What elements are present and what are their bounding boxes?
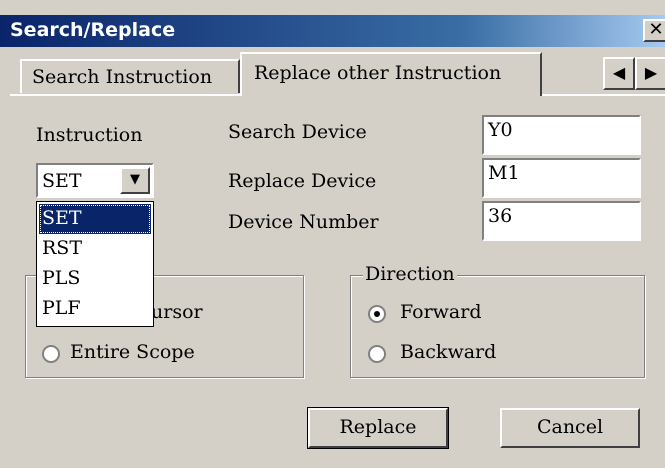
tab-replace-other-instruction[interactable]: Replace other Instruction bbox=[240, 52, 542, 96]
instruction-dropdown-button[interactable]: ▼ bbox=[120, 167, 150, 194]
instruction-value: SET bbox=[42, 170, 82, 192]
window-title: Search/Replace bbox=[10, 19, 176, 41]
direction-legend: Direction bbox=[363, 263, 457, 285]
scope-entire-label: Entire Scope bbox=[70, 341, 195, 363]
close-icon: ✕ bbox=[648, 19, 664, 40]
replace-device-input[interactable]: M1 bbox=[482, 158, 641, 198]
search-device-label: Search Device bbox=[228, 121, 367, 143]
tab-scroll-left-button[interactable]: ◀ bbox=[603, 57, 635, 90]
instruction-label: Instruction bbox=[36, 124, 143, 146]
instruction-dropdown-list: SET RST PLS PLF bbox=[36, 201, 154, 327]
title-bar[interactable]: Search/Replace ✕ bbox=[0, 15, 665, 47]
search-replace-dialog: Search/Replace ✕ Search Instruction Repl… bbox=[0, 0, 665, 468]
replace-button[interactable]: Replace bbox=[307, 407, 449, 449]
scope-entire-radio[interactable] bbox=[42, 345, 60, 363]
triangle-left-icon: ◀ bbox=[612, 63, 626, 82]
direction-backward-label: Backward bbox=[400, 341, 497, 363]
instruction-option-set[interactable]: SET bbox=[39, 204, 151, 234]
replace-device-label: Replace Device bbox=[228, 170, 377, 192]
instruction-option-pls[interactable]: PLS bbox=[39, 264, 151, 294]
direction-group bbox=[350, 275, 645, 378]
tab-label: Replace other Instruction bbox=[254, 62, 502, 84]
scope-option-from-cursor-label: ursor bbox=[151, 301, 203, 323]
search-device-input[interactable]: Y0 bbox=[482, 115, 641, 155]
replace-device-value: M1 bbox=[488, 162, 520, 184]
instruction-combobox[interactable]: SET ▼ bbox=[36, 163, 154, 198]
search-device-value: Y0 bbox=[488, 119, 513, 141]
tab-scroll-right-button[interactable]: ▶ bbox=[635, 57, 665, 90]
direction-backward-radio[interactable] bbox=[368, 345, 386, 363]
replace-button-label: Replace bbox=[339, 416, 417, 438]
tab-label: Search Instruction bbox=[32, 66, 213, 88]
device-number-input[interactable]: 36 bbox=[482, 201, 641, 241]
cancel-button-label: Cancel bbox=[536, 416, 604, 438]
instruction-option-rst[interactable]: RST bbox=[39, 234, 151, 264]
device-number-label: Device Number bbox=[228, 211, 379, 233]
direction-forward-label: Forward bbox=[400, 301, 482, 323]
direction-forward-radio[interactable] bbox=[368, 305, 386, 323]
close-button[interactable]: ✕ bbox=[643, 19, 665, 42]
instruction-option-plf[interactable]: PLF bbox=[39, 294, 151, 324]
device-number-value: 36 bbox=[488, 205, 513, 227]
chevron-down-icon: ▼ bbox=[130, 172, 140, 187]
tab-search-instruction[interactable]: Search Instruction bbox=[20, 59, 240, 93]
triangle-right-icon: ▶ bbox=[644, 63, 658, 82]
cancel-button[interactable]: Cancel bbox=[500, 408, 640, 448]
